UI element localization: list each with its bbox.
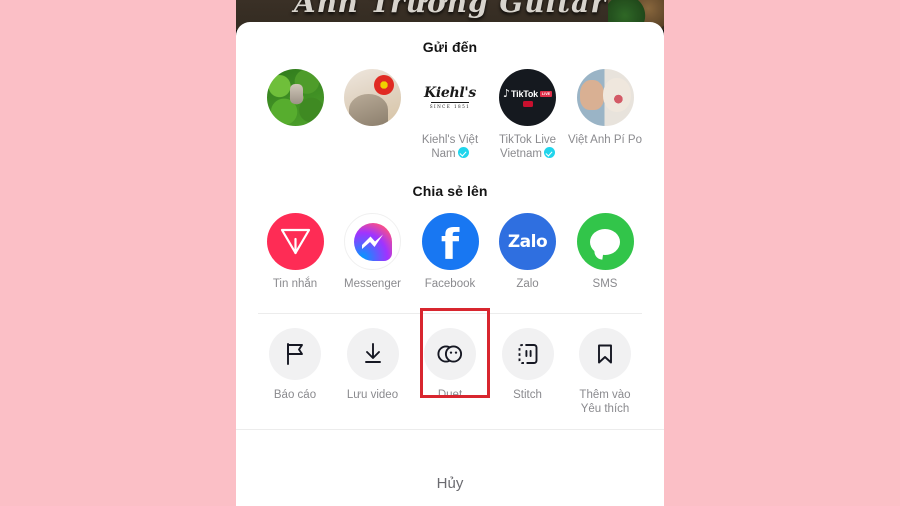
send-to-contact-2[interactable] (336, 69, 410, 161)
share-app-messenger-label: Messenger (344, 278, 401, 290)
video-title: Anh Trường Guitar (293, 0, 607, 19)
tiktok-direct-message-icon[interactable] (266, 213, 324, 270)
flag-glyph (287, 343, 303, 365)
action-stitch-label: Stitch (513, 389, 542, 401)
kiehls-wordmark: Kiehl's (424, 84, 476, 101)
divider-below-actions (236, 429, 664, 430)
tiktok-live-tag: LIVE (540, 90, 552, 97)
share-to-heading: Chia sẻ lên (412, 183, 488, 199)
send-to-contact-4-label: TikTok Live Vietnam (491, 133, 565, 161)
action-them-vao-yeu-thich-label: Thêm vào Yêu thích (579, 389, 631, 415)
messenger-icon[interactable] (344, 213, 401, 270)
action-luu-video-label: Lưu video (346, 389, 399, 401)
action-stitch[interactable]: Stitch (491, 328, 565, 416)
share-app-zalo[interactable]: Zalo Zalo (491, 213, 565, 291)
phone-screen: Anh Trường Guitar Gửi đến Kiehl's SINCE … (236, 0, 664, 506)
bookmark-glyph (598, 344, 612, 364)
share-to-row: Tin nhắn Messenger f Facebook Zalo Zalo … (236, 213, 664, 291)
zalo-icon[interactable]: Zalo (499, 213, 556, 270)
duet-glyph (437, 345, 463, 363)
messenger-bubble-glyph (353, 222, 392, 261)
download-icon[interactable] (346, 328, 399, 380)
kiehls-rule (431, 101, 469, 104)
send-to-contact-5-label: Việt Anh Pí Po (568, 134, 642, 146)
send-to-contact-1[interactable] (258, 69, 332, 161)
share-app-sms-label: SMS (592, 278, 618, 290)
share-app-tin-nhan[interactable]: Tin nhắn (258, 213, 332, 291)
music-note-icon: ♪ (502, 87, 511, 100)
leaf-cat-avatar[interactable] (266, 69, 324, 126)
cancel-button[interactable]: Hủy (236, 460, 664, 506)
duet-icon[interactable] (424, 328, 476, 380)
action-row: Báo cáo Lưu video Duet Stitch Thêm vào Y… (236, 328, 664, 416)
send-to-heading: Gửi đến (422, 39, 478, 55)
send-arrow-glyph (280, 228, 310, 255)
sms-icon[interactable] (576, 213, 634, 270)
flag-icon[interactable] (269, 328, 321, 380)
verified-badge-icon (457, 147, 469, 158)
stitch-glyph (518, 344, 537, 364)
facebook-f-glyph: f (440, 219, 460, 269)
send-to-row: Kiehl's SINCE 1851 Kiehl's Việt Nam ♪ Ti… (236, 69, 664, 161)
tiktok-wordmark: TikTok (511, 88, 538, 99)
stitch-icon[interactable] (501, 328, 554, 380)
send-to-contact-3-label: Kiehl's Việt Nam (413, 133, 487, 161)
share-app-facebook[interactable]: f Facebook (413, 213, 487, 291)
divider-above-actions (258, 313, 642, 314)
download-glyph (364, 343, 381, 363)
tiktok-live-badge-icon (522, 101, 533, 107)
zalo-wordmark-glyph: Zalo (507, 231, 548, 252)
person-dog-avatar[interactable] (576, 69, 634, 126)
facebook-icon[interactable]: f (421, 213, 479, 270)
send-to-contact-4[interactable]: ♪ TikTok LIVE TikTok Live Vietnam (491, 69, 565, 161)
share-app-facebook-label: Facebook (424, 278, 476, 290)
sms-bubble-glyph (590, 228, 620, 255)
cat-flower-avatar[interactable] (344, 69, 401, 126)
action-them-vao-yeu-thich[interactable]: Thêm vào Yêu thích (568, 328, 642, 416)
action-bao-cao-label: Báo cáo (273, 389, 317, 401)
kiehls-since-text: SINCE 1851 (429, 104, 471, 110)
action-luu-video[interactable]: Lưu video (336, 328, 410, 416)
action-bao-cao[interactable]: Báo cáo (258, 328, 332, 416)
send-to-contact-5[interactable]: Việt Anh Pí Po (568, 69, 642, 161)
action-duet-label: Duet (437, 389, 463, 401)
action-duet[interactable]: Duet (413, 328, 487, 416)
send-to-contact-3[interactable]: Kiehl's SINCE 1851 Kiehl's Việt Nam (413, 69, 487, 161)
share-app-sms[interactable]: SMS (568, 213, 642, 291)
verified-badge-icon (543, 147, 555, 158)
messenger-bolt-glyph (361, 234, 383, 249)
cancel-button-label: Hủy (436, 474, 464, 492)
share-app-messenger[interactable]: Messenger (336, 213, 410, 291)
tiktok-logo-avatar[interactable]: ♪ TikTok LIVE (499, 69, 556, 126)
share-app-tin-nhan-label: Tin nhắn (272, 278, 318, 290)
share-app-zalo-label: Zalo (516, 278, 539, 290)
bookmark-icon[interactable] (579, 328, 631, 380)
kiehls-logo-avatar[interactable]: Kiehl's SINCE 1851 (421, 69, 479, 126)
share-sheet: Gửi đến Kiehl's SINCE 1851 Kiehl's Việt … (236, 22, 664, 506)
send-to-contact-3-name: Kiehl's Việt Nam (421, 134, 479, 160)
